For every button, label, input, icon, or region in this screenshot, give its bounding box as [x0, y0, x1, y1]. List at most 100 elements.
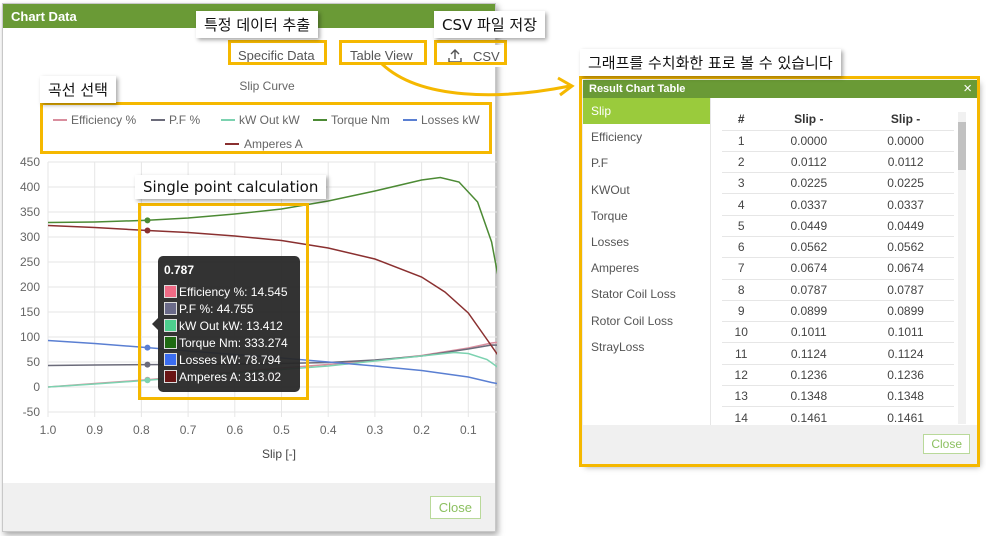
table-cell: 0.0562 — [857, 236, 954, 259]
legend-label: P.F % — [169, 113, 200, 127]
menu-item-torque[interactable]: Torque — [583, 203, 710, 229]
table-row: 5 0.0449 0.0449 — [722, 215, 954, 237]
table-row: 10 0.1011 0.1011 — [722, 321, 954, 344]
table-cell: 0.1348 — [760, 385, 858, 408]
x-tick-label: 0.9 — [86, 423, 103, 437]
hover-point — [144, 377, 151, 384]
tooltip-value: P.F %: 44.755 — [179, 301, 254, 316]
table-cell: 5 — [722, 215, 761, 237]
table-cell: 8 — [722, 279, 761, 301]
tooltip-value: kW Out kW: 13.412 — [179, 318, 283, 333]
menu-item-efficiency[interactable]: Efficiency — [583, 124, 710, 150]
tooltip-row: P.F %: 44.755 — [164, 300, 294, 317]
legend-label: Amperes A — [244, 137, 303, 151]
legend-item[interactable]: Amperes A — [225, 137, 303, 151]
table-cell: 0.1348 — [857, 385, 954, 408]
menu-item-kwout[interactable]: KWOut — [583, 177, 710, 203]
table-cell: 0.0899 — [760, 300, 858, 323]
menu-item-slip[interactable]: Slip — [583, 98, 710, 125]
legend-item[interactable]: P.F % — [151, 113, 200, 127]
y-tick-label: 150 — [20, 305, 40, 319]
table-row: 1 0.0000 0.0000 — [722, 130, 954, 152]
table-row: 3 0.0225 0.0225 — [722, 172, 954, 195]
hover-markers — [144, 217, 151, 384]
table-cell: 12 — [722, 364, 761, 387]
table-cell: 14 — [722, 406, 761, 425]
legend-item[interactable]: kW Out kW — [221, 113, 300, 127]
tooltip-value: Amperes A: 313.02 — [179, 369, 282, 384]
series-menu: Slip Efficiency P.F KWOut Torque Losses Ampere… — [583, 98, 711, 425]
x-axis-label: Slip [-] — [262, 447, 296, 461]
tooltip-row: Amperes A: 313.02 — [164, 368, 294, 385]
color-swatch — [164, 319, 177, 332]
hover-point — [144, 344, 151, 351]
callout-specific-data: 특정 데이터 추출 — [196, 11, 319, 38]
column-header[interactable]: # — [722, 108, 761, 131]
table-cell: 0.0899 — [857, 300, 954, 323]
data-tooltip: 0.787 Efficiency %: 14.545 P.F %: 44.755 k… — [152, 256, 300, 392]
table-cell: 0.0000 — [857, 130, 954, 152]
table-cell: 0.1011 — [760, 321, 858, 344]
table-cell: 7 — [722, 257, 761, 280]
x-tick-label: 0.7 — [180, 423, 197, 437]
legend-item[interactable]: Efficiency % — [53, 113, 136, 127]
table-window-titlebar: Result Chart Table × — [583, 80, 978, 98]
table-cell: 0.0787 — [760, 279, 858, 301]
y-tick-label: 300 — [20, 230, 40, 244]
callout-csv-save: CSV 파일 저장 — [434, 11, 545, 38]
close-icon[interactable]: × — [963, 81, 972, 96]
menu-item-losses[interactable]: Losses — [583, 229, 710, 255]
table-row: 8 0.0787 0.0787 — [722, 279, 954, 301]
menu-item-stator-coil-loss[interactable]: Stator Coil Loss — [583, 281, 710, 307]
table-row: 12 0.1236 0.1236 — [722, 364, 954, 387]
tooltip-value: Efficiency %: 14.545 — [179, 284, 288, 299]
table-cell: 0.1011 — [857, 321, 954, 344]
table-cell: 0.0112 — [760, 151, 858, 174]
y-axis-ticks: 450 400 350 300 250 200 150 100 50 0 -50 — [20, 155, 40, 419]
tooltip-row: kW Out kW: 13.412 — [164, 317, 294, 334]
table-area: # Slip - Slip - 1 0.0000 0.0000 2 0.0112 0.0112… — [712, 98, 978, 425]
y-tick-label: 100 — [20, 330, 40, 344]
legend-item[interactable]: Losses kW — [403, 113, 480, 127]
table-row: 11 0.1124 0.1124 — [722, 342, 954, 365]
chart-title: Slip Curve — [239, 79, 295, 93]
table-cell: 0.1124 — [760, 342, 858, 365]
hover-point — [144, 227, 151, 234]
table-row: 14 0.1461 0.1461 — [722, 406, 954, 425]
x-tick-label: 0.4 — [320, 423, 337, 437]
scrollbar-thumb[interactable] — [958, 122, 966, 170]
x-tick-label: 0.1 — [460, 423, 477, 437]
close-button[interactable]: Close — [923, 434, 970, 454]
close-button[interactable]: Close — [429, 496, 481, 519]
column-header[interactable]: Slip - — [760, 108, 858, 131]
hover-point — [144, 217, 151, 224]
table-row: 9 0.0899 0.0899 — [722, 300, 954, 323]
color-swatch — [164, 353, 177, 366]
x-tick-label: 0.2 — [413, 423, 430, 437]
callout-curve-select: 곡선 선택 — [40, 76, 116, 103]
x-tick-label: 0.8 — [133, 423, 150, 437]
callout-table-desc: 그래프를 수치화한 표로 볼 수 있습니다 — [580, 49, 841, 76]
menu-item-strayloss[interactable]: StrayLoss — [583, 334, 710, 360]
hover-point — [144, 361, 151, 368]
table-cell: 13 — [722, 385, 761, 408]
column-header[interactable]: Slip - — [857, 108, 954, 131]
legend-label: Losses kW — [421, 113, 480, 127]
legend-item[interactable]: Torque Nm — [313, 113, 390, 127]
y-tick-label: 200 — [20, 280, 40, 294]
table-cell: 6 — [722, 236, 761, 259]
table-cell: 0.1124 — [857, 342, 954, 365]
menu-item-amperes[interactable]: Amperes — [583, 255, 710, 281]
menu-item-rotor-coil-loss[interactable]: Rotor Coil Loss — [583, 308, 710, 334]
menu-item-p-f[interactable]: P.F — [583, 150, 710, 176]
x-tick-label: 0.5 — [273, 423, 290, 437]
table-row: 13 0.1348 0.1348 — [722, 385, 954, 408]
table-cell: 10 — [722, 321, 761, 344]
y-tick-label: 350 — [20, 205, 40, 219]
y-tick-label: 0 — [33, 380, 40, 394]
arrow-head-icon — [557, 76, 575, 97]
table-row: 2 0.0112 0.0112 — [722, 151, 954, 174]
table-row: 6 0.0562 0.0562 — [722, 236, 954, 259]
table-cell: 0.0562 — [760, 236, 858, 259]
table-scrollbar[interactable] — [958, 112, 966, 424]
